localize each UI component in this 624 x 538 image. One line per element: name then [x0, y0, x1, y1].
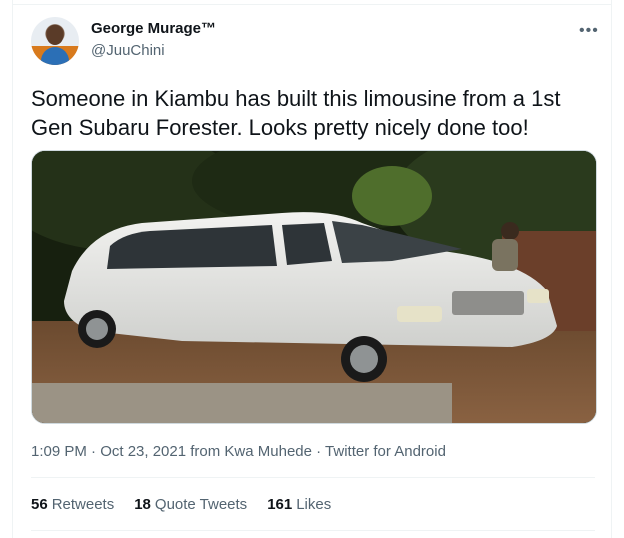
engagement-stats: 56 Retweets 18 Quote Tweets 161 Likes	[31, 496, 331, 513]
more-options-icon[interactable]: •••	[579, 22, 599, 40]
tweet-card: George Murage™ @JuuChini ••• Someone in …	[12, 0, 612, 538]
avatar-head	[47, 25, 63, 45]
retweets-stat[interactable]: 56 Retweets	[31, 496, 114, 513]
tweet-photo[interactable]	[31, 150, 597, 424]
stats-bottom-divider	[31, 530, 595, 531]
avatar[interactable]	[31, 17, 79, 65]
stats-top-divider	[31, 477, 595, 478]
top-divider	[13, 4, 611, 5]
author-handle[interactable]: @JuuChini	[91, 42, 165, 59]
retweets-label: Retweets	[51, 496, 115, 513]
quote-tweets-count: 18	[134, 496, 151, 513]
likes-label: Likes	[296, 496, 332, 513]
retweets-count: 56	[31, 496, 48, 513]
author-name[interactable]: George Murage™	[91, 20, 216, 37]
likes-count: 161	[267, 496, 293, 513]
tweet-timestamp-source[interactable]: 1:09 PM · Oct 23, 2021 from Kwa Muhede ·…	[31, 443, 446, 460]
tweet-text: Someone in Kiambu has built this limousi…	[31, 86, 561, 140]
quote-tweets-label: Quote Tweets	[154, 496, 248, 513]
limousine-photo	[32, 151, 596, 423]
quote-tweets-stat[interactable]: 18 Quote Tweets	[134, 496, 247, 513]
likes-stat[interactable]: 161 Likes	[267, 496, 331, 513]
avatar-shirt	[41, 47, 69, 65]
